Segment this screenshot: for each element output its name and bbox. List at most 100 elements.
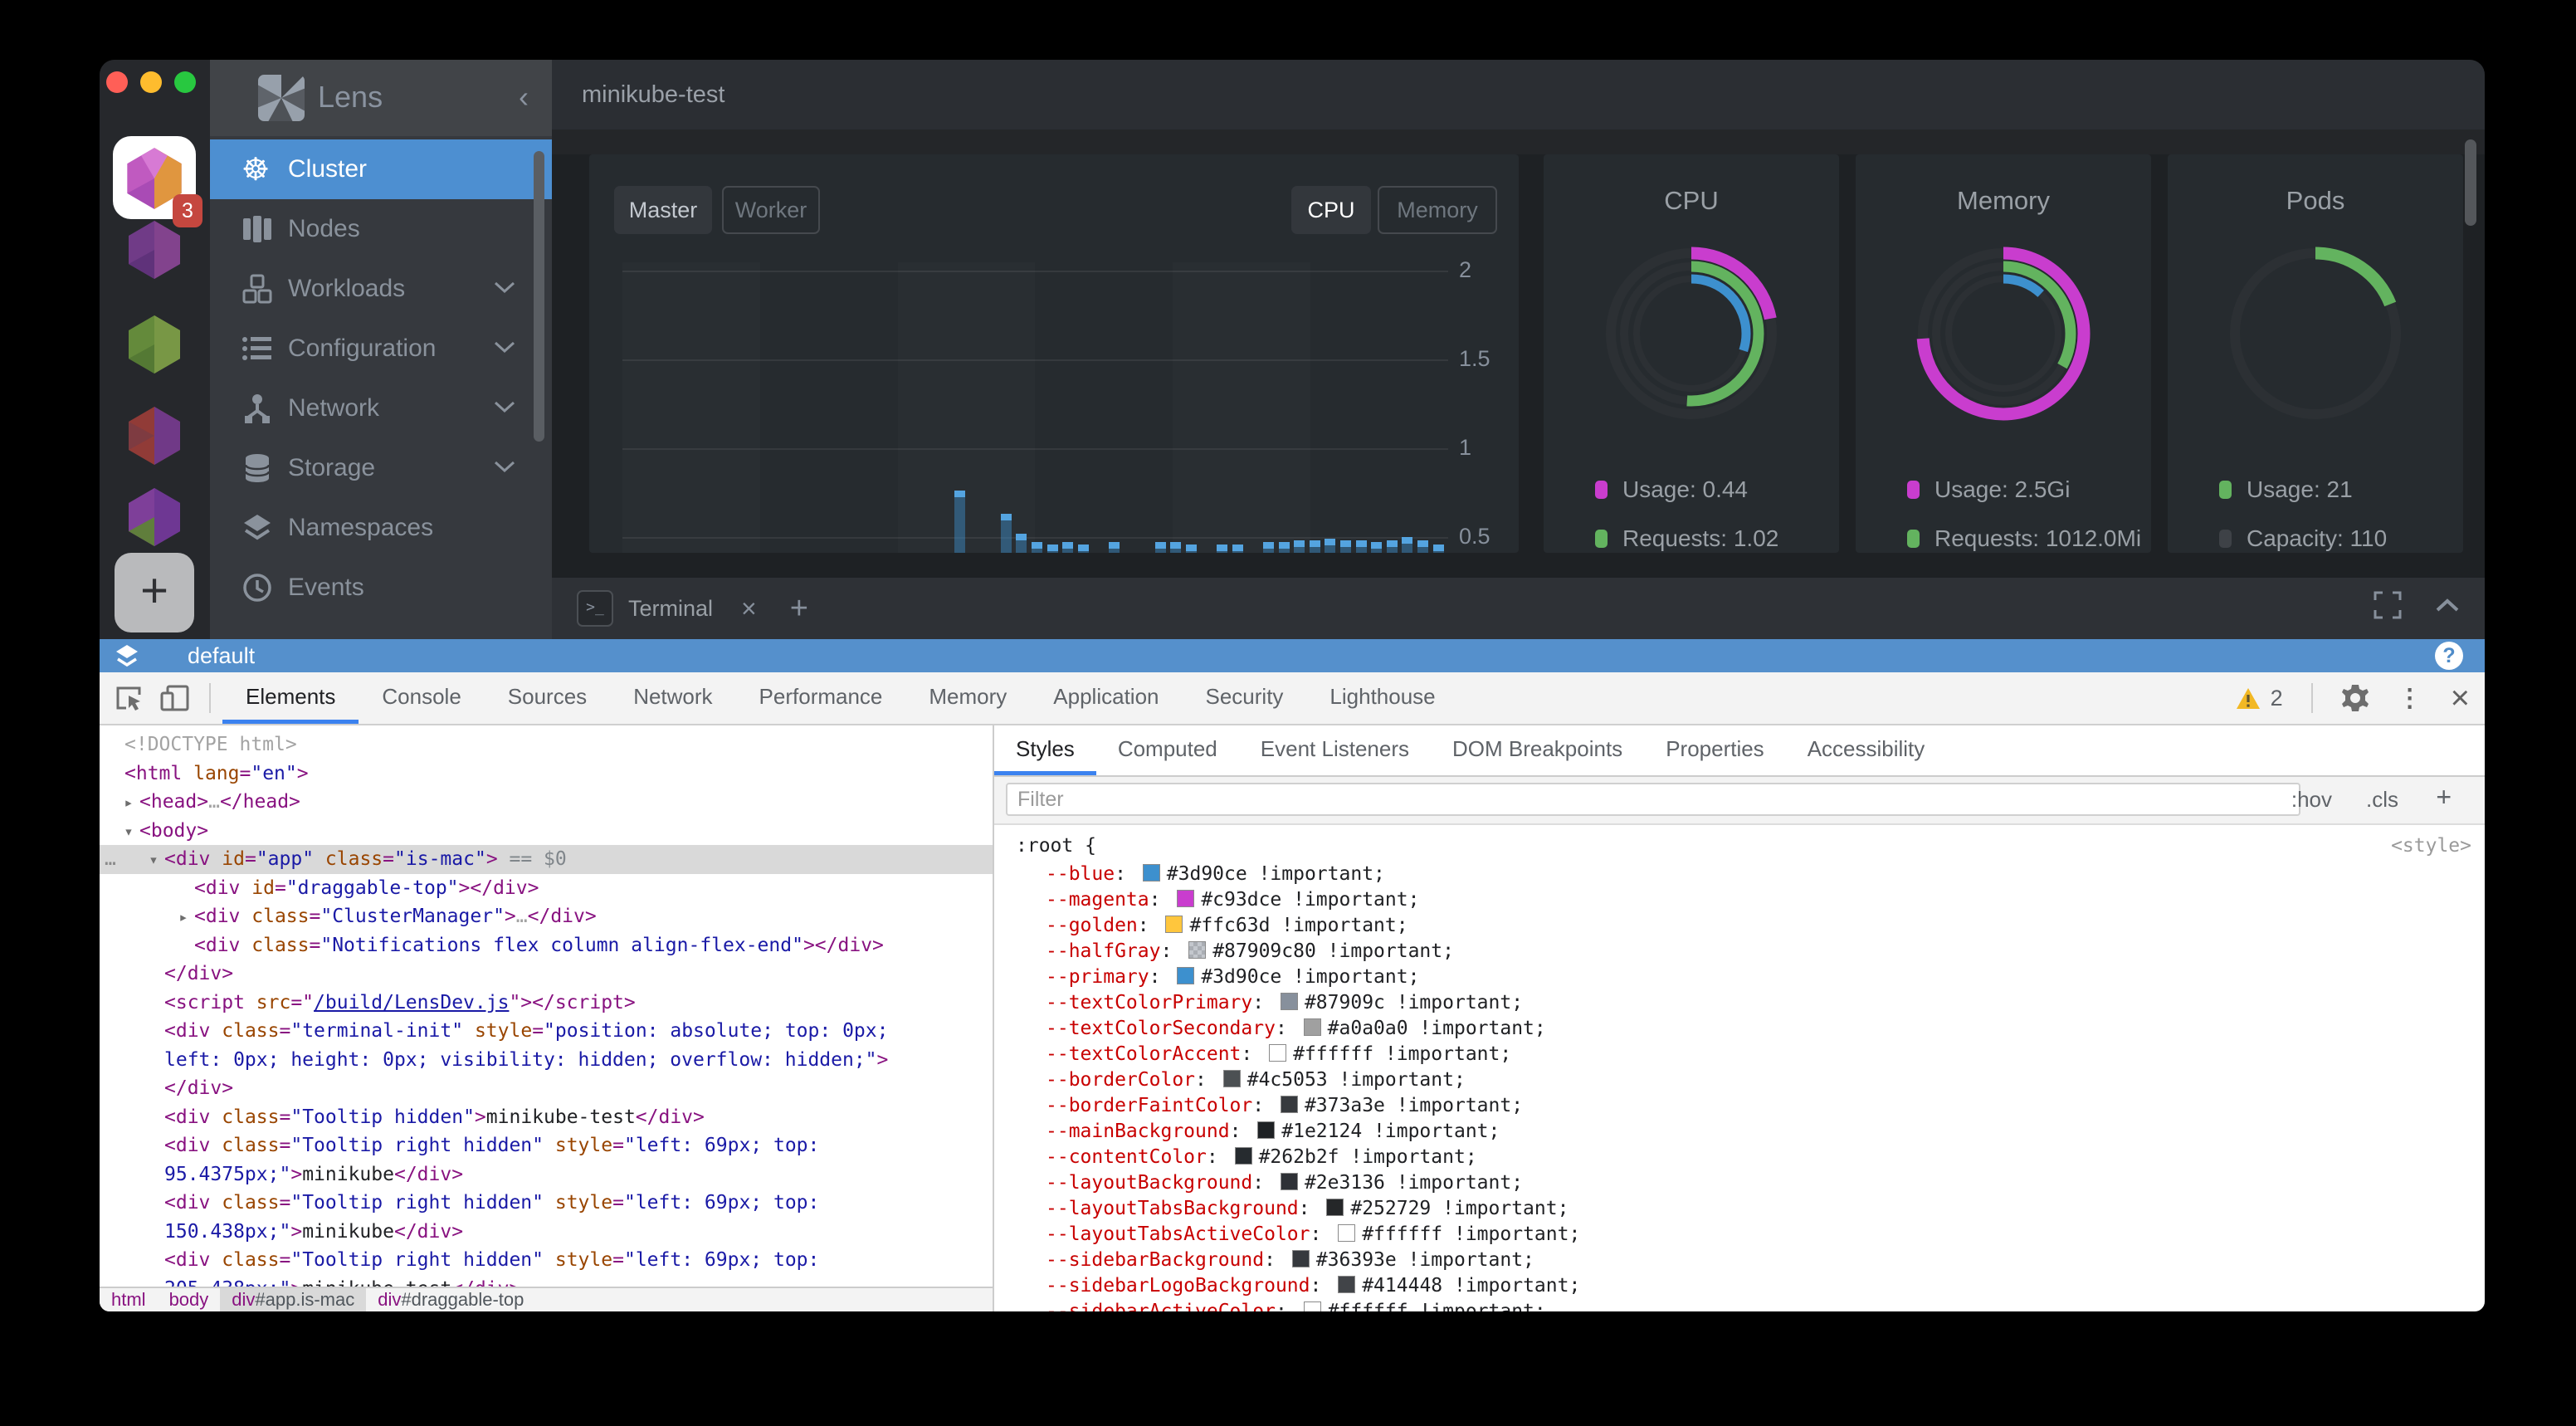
styles-rules[interactable]: :root { <style> --blue: #3d90ce !importa… bbox=[994, 825, 2485, 1311]
terminal-close-icon[interactable]: × bbox=[741, 593, 757, 624]
breadcrumb-item[interactable]: div#draggable-top bbox=[366, 1288, 535, 1311]
inspect-element-icon[interactable] bbox=[115, 683, 144, 713]
devtools-tab-performance[interactable]: Performance bbox=[736, 672, 906, 724]
dom-node-line[interactable]: </div> bbox=[100, 1074, 993, 1103]
warning-icon[interactable] bbox=[2236, 687, 2261, 710]
css-property[interactable]: --blue: #3d90ce !important; bbox=[1046, 862, 1385, 887]
toggle-hover-state[interactable]: :hov bbox=[2291, 787, 2332, 813]
css-property[interactable]: --borderFaintColor: #373a3e !important; bbox=[1046, 1093, 1523, 1119]
styles-filter-input[interactable] bbox=[1006, 783, 2300, 816]
devtools-tab-application[interactable]: Application bbox=[1030, 672, 1182, 724]
cluster-icon-5[interactable] bbox=[127, 486, 182, 548]
breadcrumb-item[interactable]: body bbox=[158, 1288, 221, 1311]
master-node-tab[interactable]: Master bbox=[614, 186, 712, 234]
sidebar-item-events[interactable]: Events bbox=[210, 558, 552, 618]
dom-node-line[interactable]: <div class="Tooltip hidden">minikube-tes… bbox=[100, 1103, 993, 1132]
sidebar-item-workloads[interactable]: Workloads bbox=[210, 259, 552, 319]
css-property[interactable]: --sidebarLogoBackground: #414448 !import… bbox=[1046, 1273, 1580, 1299]
css-property[interactable]: --textColorAccent: #ffffff !important; bbox=[1046, 1042, 1511, 1067]
worker-node-tab[interactable]: Worker bbox=[722, 186, 820, 234]
macos-zoom-button[interactable] bbox=[174, 71, 196, 93]
sidebar-item-cluster[interactable]: ☸ Cluster bbox=[210, 139, 552, 199]
css-source-link[interactable]: <style> bbox=[2391, 835, 2471, 857]
styles-tab-accessibility[interactable]: Accessibility bbox=[1786, 725, 1947, 775]
memory-metric-tab[interactable]: Memory bbox=[1378, 186, 1497, 234]
css-property[interactable]: --contentColor: #262b2f !important; bbox=[1046, 1145, 1477, 1170]
styles-tab-dom-breakpoints[interactable]: DOM Breakpoints bbox=[1431, 725, 1644, 775]
dom-node-line[interactable]: ▾<body> bbox=[100, 817, 993, 846]
dom-node-line[interactable]: <script src="/build/LensDev.js"></script… bbox=[100, 989, 993, 1018]
css-property[interactable]: --textColorPrimary: #87909c !important; bbox=[1046, 990, 1523, 1016]
devtools-tab-memory[interactable]: Memory bbox=[905, 672, 1030, 724]
styles-tab-computed[interactable]: Computed bbox=[1096, 725, 1239, 775]
sidebar-item-network[interactable]: Network bbox=[210, 378, 552, 438]
dom-node-line[interactable]: left: 0px; height: 0px; visibility: hidd… bbox=[100, 1046, 993, 1075]
dom-node-line[interactable]: <div class="terminal-init" style="positi… bbox=[100, 1017, 993, 1046]
css-property[interactable]: --golden: #ffc63d !important; bbox=[1046, 913, 1408, 939]
dom-node-line[interactable]: …▾<div id="app" class="is-mac"> == $0 bbox=[100, 845, 993, 874]
css-property[interactable]: --primary: #3d90ce !important; bbox=[1046, 965, 1419, 990]
cluster-icon-4[interactable] bbox=[127, 405, 182, 466]
toggle-class-editor[interactable]: .cls bbox=[2366, 787, 2398, 813]
breadcrumb-item[interactable]: div#app.is-mac bbox=[220, 1288, 366, 1311]
terminal-tab[interactable]: Terminal bbox=[628, 596, 713, 622]
macos-close-button[interactable] bbox=[106, 71, 128, 93]
dom-node-line[interactable]: <div class="Tooltip right hidden" style=… bbox=[100, 1131, 993, 1160]
add-cluster-button[interactable]: + bbox=[115, 553, 194, 632]
elements-tree[interactable]: <!DOCTYPE html><html lang="en">▸<head>…<… bbox=[100, 725, 993, 1288]
dom-node-line[interactable]: </div> bbox=[100, 960, 993, 989]
gear-icon[interactable] bbox=[2341, 684, 2369, 712]
dashboard-scrollbar[interactable] bbox=[2465, 139, 2476, 226]
cluster-icon-3[interactable] bbox=[127, 314, 182, 375]
new-style-rule-icon[interactable]: + bbox=[2436, 782, 2452, 813]
cpu-metric-tab[interactable]: CPU bbox=[1291, 186, 1371, 234]
dom-node-line[interactable]: <html lang="en"> bbox=[100, 759, 993, 789]
active-cluster-icon[interactable]: 3 bbox=[113, 136, 196, 219]
dom-node-line[interactable]: <div class="Tooltip right hidden" style=… bbox=[100, 1189, 993, 1218]
help-button[interactable]: ? bbox=[2435, 642, 2463, 670]
css-property[interactable]: --layoutBackground: #2e3136 !important; bbox=[1046, 1170, 1523, 1196]
dom-node-line[interactable]: ▸<head>…</head> bbox=[100, 788, 993, 817]
dom-node-line[interactable]: 150.438px;">minikube</div> bbox=[100, 1218, 993, 1247]
breadcrumb-item[interactable]: html bbox=[100, 1288, 158, 1311]
devtools-tab-sources[interactable]: Sources bbox=[485, 672, 610, 724]
css-property[interactable]: --textColorSecondary: #a0a0a0 !important… bbox=[1046, 1016, 1546, 1042]
sidebar-item-namespaces[interactable]: Namespaces bbox=[210, 498, 552, 558]
device-toolbar-icon[interactable] bbox=[159, 683, 189, 713]
styles-tab-event-listeners[interactable]: Event Listeners bbox=[1239, 725, 1431, 775]
css-property[interactable]: --layoutTabsActiveColor: #ffffff !import… bbox=[1046, 1222, 1580, 1248]
dom-node-line[interactable]: <div class="Tooltip right hidden" style=… bbox=[100, 1246, 993, 1275]
css-property[interactable]: --magenta: #c93dce !important; bbox=[1046, 887, 1419, 913]
more-options-icon[interactable]: ⋮ bbox=[2398, 684, 2422, 713]
css-property[interactable]: --halfGray: #87909c80 !important; bbox=[1046, 939, 1454, 965]
macos-minimize-button[interactable] bbox=[140, 71, 162, 93]
devtools-tab-security[interactable]: Security bbox=[1183, 672, 1307, 724]
css-property[interactable]: --sidebarBackground: #36393e !important; bbox=[1046, 1248, 1534, 1273]
cluster-icon-2[interactable] bbox=[127, 219, 182, 281]
devtools-tab-lighthouse[interactable]: Lighthouse bbox=[1306, 672, 1458, 724]
sidebar-collapse-icon[interactable]: ‹ bbox=[519, 80, 529, 115]
devtools-close-icon[interactable]: × bbox=[2451, 680, 2470, 717]
styles-tab-styles[interactable]: Styles bbox=[994, 725, 1096, 775]
devtools-tab-console[interactable]: Console bbox=[359, 672, 484, 724]
devtools-tab-network[interactable]: Network bbox=[610, 672, 735, 724]
css-property[interactable]: --mainBackground: #1e2124 !important; bbox=[1046, 1119, 1500, 1145]
dom-node-line[interactable]: <!DOCTYPE html> bbox=[100, 730, 993, 759]
css-property[interactable]: --layoutTabsBackground: #252729 !importa… bbox=[1046, 1196, 1569, 1222]
devtools-tab-elements[interactable]: Elements bbox=[222, 672, 359, 724]
sidebar-item-configuration[interactable]: Configuration bbox=[210, 319, 552, 378]
css-property[interactable]: --sidebarActiveColor: #ffffff !important… bbox=[1046, 1299, 1546, 1311]
sidebar-scrollbar[interactable] bbox=[534, 151, 544, 442]
terminal-add-icon[interactable]: + bbox=[790, 591, 808, 627]
dom-node-line[interactable]: <div class="Notifications flex column al… bbox=[100, 931, 993, 960]
sidebar-item-storage[interactable]: Storage bbox=[210, 438, 552, 498]
sidebar-item-nodes[interactable]: Nodes bbox=[210, 199, 552, 259]
dom-node-line[interactable]: <div id="draggable-top"></div> bbox=[100, 874, 993, 903]
fullscreen-icon[interactable] bbox=[2374, 591, 2402, 619]
css-property[interactable]: --borderColor: #4c5053 !important; bbox=[1046, 1067, 1466, 1093]
styles-tab-properties[interactable]: Properties bbox=[1644, 725, 1786, 775]
dom-node-line[interactable]: ▸<div class="ClusterManager">…</div> bbox=[100, 902, 993, 931]
namespace-name[interactable]: default bbox=[188, 643, 255, 669]
dom-node-line[interactable]: 95.4375px;">minikube</div> bbox=[100, 1160, 993, 1189]
dock-collapse-icon[interactable] bbox=[2435, 598, 2460, 613]
